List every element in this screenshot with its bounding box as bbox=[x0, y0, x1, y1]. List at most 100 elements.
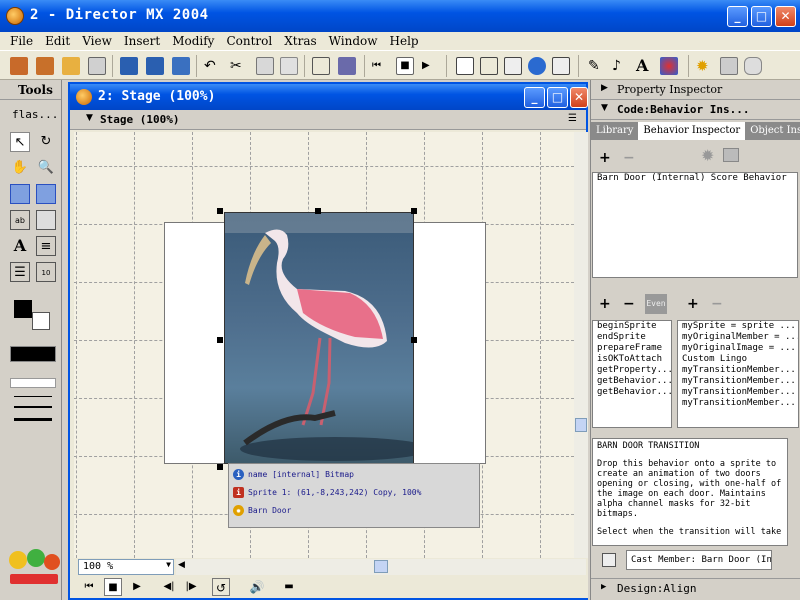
tab-behavior-inspector[interactable]: Behavior Inspector bbox=[638, 122, 746, 140]
menu-control[interactable]: Control bbox=[220, 32, 278, 50]
selection-handle[interactable] bbox=[411, 208, 417, 214]
stage-vertical-scrollbar[interactable] bbox=[574, 132, 588, 558]
stage-panel-header[interactable]: ▼ Stage (100%) ☰ bbox=[70, 110, 586, 130]
background-color-swatch[interactable] bbox=[32, 312, 50, 330]
loop-playback-icon[interactable]: ↺ bbox=[212, 578, 230, 596]
add-action-button[interactable]: + bbox=[687, 296, 699, 312]
arrow-tool-icon[interactable]: ↖ bbox=[10, 132, 30, 152]
score-window-icon[interactable] bbox=[504, 57, 522, 75]
tab-library[interactable]: Library bbox=[591, 122, 639, 140]
handler-item[interactable]: prepareFrame bbox=[593, 343, 671, 354]
handler-item[interactable]: getBehavior... bbox=[593, 387, 671, 398]
rewind-icon[interactable]: ⏮ bbox=[80, 578, 98, 596]
video-tool-icon[interactable] bbox=[36, 184, 56, 204]
minimize-button[interactable]: _ bbox=[727, 6, 748, 27]
paint-brush-icon[interactable]: ✎ bbox=[588, 57, 606, 75]
panel-options-icon[interactable]: ☰ bbox=[568, 113, 577, 124]
comment-icon[interactable] bbox=[744, 57, 762, 75]
collapse-arrow-icon[interactable]: ▼ bbox=[601, 103, 608, 113]
cast-member-icon[interactable] bbox=[602, 553, 616, 567]
design-align-header[interactable]: ▶ Design:Align bbox=[591, 578, 800, 598]
publish-icon[interactable] bbox=[172, 57, 190, 75]
copy-icon[interactable] bbox=[256, 57, 274, 75]
action-item[interactable]: myOriginalMember = ... bbox=[678, 332, 798, 343]
action-item[interactable]: myOriginalImage = ... bbox=[678, 343, 798, 354]
message-window-icon[interactable] bbox=[720, 57, 738, 75]
remove-behavior-button[interactable]: − bbox=[623, 150, 635, 166]
line-none-option[interactable] bbox=[10, 378, 56, 388]
expand-arrow-icon[interactable]: ▶ bbox=[601, 582, 606, 592]
menu-modify[interactable]: Modify bbox=[166, 32, 220, 50]
play-icon[interactable]: ▶ bbox=[128, 578, 146, 596]
save-icon[interactable] bbox=[120, 57, 138, 75]
menu-help[interactable]: Help bbox=[384, 32, 425, 50]
behavior-gear-icon[interactable]: ✹ bbox=[233, 504, 244, 516]
save-all-icon[interactable] bbox=[146, 57, 164, 75]
zoom-select[interactable]: 100 % ▼ bbox=[78, 559, 174, 575]
stage-minimize-button[interactable]: _ bbox=[524, 87, 545, 108]
handler-item[interactable]: beginSprite bbox=[593, 321, 671, 332]
selection-handle[interactable] bbox=[315, 208, 321, 214]
rotate-tool-icon[interactable]: ↻ bbox=[36, 132, 56, 152]
open-folder-icon[interactable] bbox=[62, 57, 80, 75]
menu-xtras[interactable]: Xtras bbox=[278, 32, 322, 50]
selection-handle[interactable] bbox=[217, 337, 223, 343]
behavior-list-item[interactable]: Barn Door (Internal) Score Behavior bbox=[593, 173, 797, 184]
handler-item[interactable]: getProperty... bbox=[593, 365, 671, 376]
new-cast-icon[interactable] bbox=[36, 57, 54, 75]
event-handler-list[interactable]: beginSprite endSprite prepareFrame isOKT… bbox=[592, 320, 672, 428]
behavior-list[interactable]: Barn Door (Internal) Score Behavior bbox=[592, 172, 798, 278]
step-backward-icon[interactable]: ◀| bbox=[160, 578, 178, 596]
menu-window[interactable]: Window bbox=[323, 32, 384, 50]
new-movie-icon[interactable] bbox=[10, 57, 28, 75]
menu-file[interactable]: File bbox=[4, 32, 39, 50]
checkbox-tool-icon[interactable]: ☰ bbox=[10, 262, 30, 282]
scroll-left-icon[interactable]: ◀ bbox=[178, 560, 185, 570]
horizontal-scroll-thumb[interactable] bbox=[374, 560, 388, 573]
add-event-button[interactable]: + bbox=[599, 296, 611, 312]
stop-icon[interactable]: ■ bbox=[396, 57, 414, 75]
step-forward-icon[interactable]: |▶ bbox=[182, 578, 200, 596]
action-item[interactable]: myTransitionMember... bbox=[678, 365, 798, 376]
action-list[interactable]: mySprite = sprite ... myOriginalMember =… bbox=[677, 320, 799, 428]
menu-edit[interactable]: Edit bbox=[39, 32, 76, 50]
vertical-scroll-thumb[interactable] bbox=[575, 418, 587, 432]
selection-handle[interactable] bbox=[217, 208, 223, 214]
flash-tool-icon[interactable] bbox=[10, 184, 30, 204]
property-inspector-icon[interactable] bbox=[528, 57, 546, 75]
stage-horizontal-scrollbar[interactable]: ◀ bbox=[176, 559, 586, 575]
code-panel-header[interactable]: ▼ Code:Behavior Ins... bbox=[591, 100, 800, 120]
field-tool-icon[interactable]: ab bbox=[10, 210, 30, 230]
add-behavior-button[interactable]: + bbox=[599, 150, 611, 166]
cast-window-icon[interactable] bbox=[480, 57, 498, 75]
director-app-icon[interactable] bbox=[6, 7, 24, 25]
list-tool-icon[interactable]: ≡ bbox=[36, 236, 56, 256]
remove-event-button[interactable]: − bbox=[623, 296, 635, 312]
menu-insert[interactable]: Insert bbox=[118, 32, 166, 50]
undo-icon[interactable]: ↶ bbox=[204, 57, 222, 75]
text-window-icon[interactable]: A bbox=[636, 57, 654, 75]
maximize-button[interactable]: □ bbox=[751, 6, 772, 27]
handler-item[interactable]: getBehavior... bbox=[593, 376, 671, 387]
action-item[interactable]: myTransitionMember... bbox=[678, 398, 798, 409]
cut-icon[interactable]: ✂ bbox=[230, 57, 248, 75]
handler-item[interactable]: isOKToAttach bbox=[593, 354, 671, 365]
expand-arrow-icon[interactable]: ▶ bbox=[601, 83, 608, 93]
script-window-icon[interactable] bbox=[723, 148, 739, 162]
exchange-cast-members-icon[interactable] bbox=[338, 57, 356, 75]
chevron-down-icon[interactable]: ▼ bbox=[166, 560, 171, 569]
library-palette-icon[interactable] bbox=[552, 57, 570, 75]
tools-panel-title[interactable]: Tools bbox=[0, 80, 61, 100]
selection-handle[interactable] bbox=[411, 337, 417, 343]
cast-member-field[interactable]: Cast Member: Barn Door (In bbox=[626, 550, 772, 570]
volume-icon[interactable]: 🔊 bbox=[248, 578, 266, 596]
text-tool-icon[interactable]: A bbox=[10, 236, 30, 256]
radio-tool-icon[interactable]: 10 bbox=[36, 262, 56, 282]
behavior-gear-icon[interactable]: ✹ bbox=[701, 146, 714, 165]
rewind-icon[interactable]: ⏮ bbox=[372, 57, 390, 75]
line-medium-option[interactable] bbox=[14, 406, 52, 408]
stage-window-icon[interactable] bbox=[456, 57, 474, 75]
menu-view[interactable]: View bbox=[76, 32, 118, 50]
play-icon[interactable]: ▶ bbox=[422, 57, 440, 75]
action-item[interactable]: myTransitionMember... bbox=[678, 387, 798, 398]
